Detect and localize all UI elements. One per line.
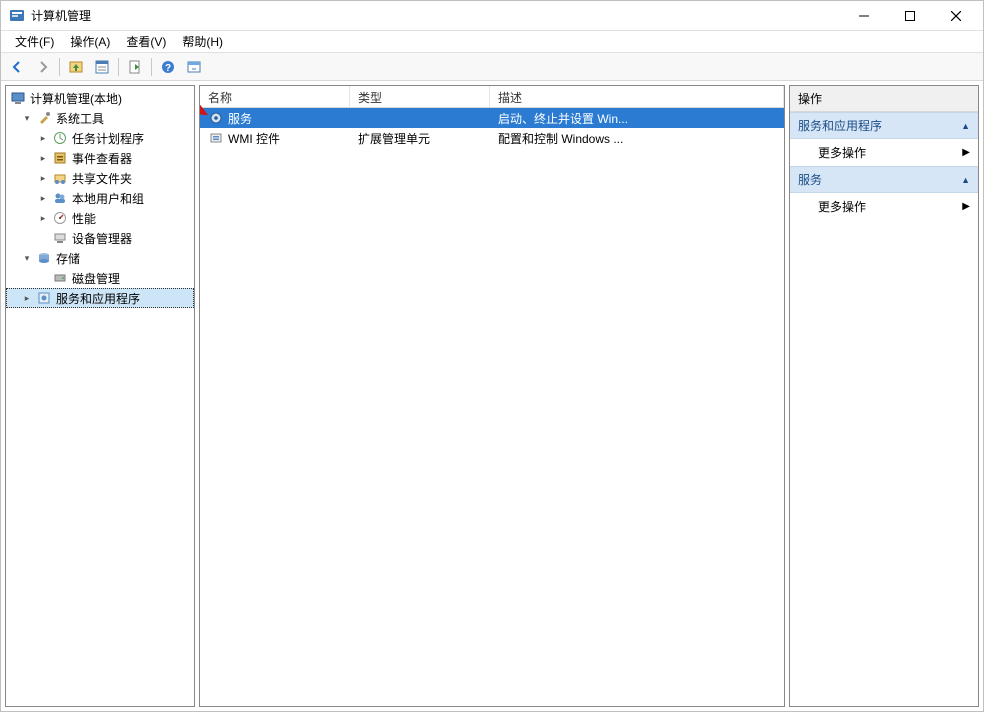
list-pane: 名称 类型 描述 服务 启动、终止并设置 Win... WMI 控件 扩展管理单…: [199, 85, 785, 707]
actions-more-1[interactable]: 更多操作 ▶: [790, 139, 978, 166]
cell-type: 扩展管理单元: [350, 130, 490, 147]
toolbar-separator: [59, 58, 60, 76]
collapse-icon[interactable]: ▾: [20, 251, 34, 265]
tree-device-manager[interactable]: 设备管理器: [6, 228, 194, 248]
tree-pane: 计算机管理(本地) ▾ 系统工具 ▸ 任务计划程序 ▸ 事件查看器 ▸ 共享文件…: [5, 85, 195, 707]
list-row-wmi[interactable]: WMI 控件 扩展管理单元 配置和控制 Windows ...: [200, 128, 784, 148]
tree-root[interactable]: 计算机管理(本地): [6, 88, 194, 108]
menu-action[interactable]: 操作(A): [62, 31, 118, 52]
main-area: 计算机管理(本地) ▾ 系统工具 ▸ 任务计划程序 ▸ 事件查看器 ▸ 共享文件…: [1, 81, 983, 711]
expand-icon[interactable]: ▸: [36, 191, 50, 205]
forward-button[interactable]: [31, 56, 55, 78]
tree-label: 共享文件夹: [70, 170, 134, 187]
tree-label: 磁盘管理: [70, 270, 122, 287]
cell-name: WMI 控件: [228, 130, 280, 147]
tree-event-viewer[interactable]: ▸ 事件查看器: [6, 148, 194, 168]
expand-icon[interactable]: ▸: [36, 211, 50, 225]
link-label: 更多操作: [818, 198, 866, 215]
actions-pane: 操作 服务和应用程序 ▲ 更多操作 ▶ 服务 ▲ 更多操作 ▶: [789, 85, 979, 707]
section-label: 服务: [798, 171, 822, 188]
tree-label: 服务和应用程序: [54, 290, 142, 307]
properties-button[interactable]: [90, 56, 114, 78]
actions-section-services[interactable]: 服务 ▲: [790, 166, 978, 193]
cell-name: 服务: [228, 110, 252, 127]
device-icon: [52, 230, 68, 246]
menu-file[interactable]: 文件(F): [7, 31, 62, 52]
svg-text:?: ?: [165, 63, 171, 74]
gear-icon: [208, 110, 224, 126]
column-desc[interactable]: 描述: [490, 86, 784, 107]
cell-desc: 启动、终止并设置 Win...: [490, 110, 784, 127]
expand-icon[interactable]: ▸: [36, 131, 50, 145]
users-icon: [52, 190, 68, 206]
collapse-icon[interactable]: ▾: [20, 111, 34, 125]
tree-label: 计算机管理(本地): [28, 90, 124, 107]
services-icon: [36, 290, 52, 306]
tree-shared-folders[interactable]: ▸ 共享文件夹: [6, 168, 194, 188]
tree-label: 系统工具: [54, 110, 106, 127]
section-label: 服务和应用程序: [798, 117, 882, 134]
tree-task-scheduler[interactable]: ▸ 任务计划程序: [6, 128, 194, 148]
help-button[interactable]: ?: [156, 56, 180, 78]
expand-icon[interactable]: ▸: [20, 291, 34, 305]
up-button[interactable]: [64, 56, 88, 78]
performance-icon: [52, 210, 68, 226]
menu-help[interactable]: 帮助(H): [174, 31, 231, 52]
window-title: 计算机管理: [31, 7, 841, 24]
toolbar-separator: [151, 58, 152, 76]
chevron-right-icon: ▶: [962, 147, 970, 158]
cell-desc: 配置和控制 Windows ...: [490, 130, 784, 147]
link-label: 更多操作: [818, 144, 866, 161]
tree[interactable]: 计算机管理(本地) ▾ 系统工具 ▸ 任务计划程序 ▸ 事件查看器 ▸ 共享文件…: [6, 86, 194, 706]
expand-icon[interactable]: ▸: [36, 151, 50, 165]
tree-system-tools[interactable]: ▾ 系统工具: [6, 108, 194, 128]
tree-label: 存储: [54, 250, 82, 267]
export-button[interactable]: [123, 56, 147, 78]
tree-label: 性能: [70, 210, 98, 227]
tree-storage[interactable]: ▾ 存储: [6, 248, 194, 268]
list-row-services[interactable]: 服务 启动、终止并设置 Win...: [200, 108, 784, 128]
column-type[interactable]: 类型: [350, 86, 490, 107]
storage-icon: [36, 250, 52, 266]
disk-icon: [52, 270, 68, 286]
chevron-right-icon: ▶: [962, 201, 970, 212]
expand-icon[interactable]: ▸: [36, 171, 50, 185]
actions-section-services-apps[interactable]: 服务和应用程序 ▲: [790, 112, 978, 139]
collapse-icon: ▲: [961, 121, 970, 131]
tools-icon: [36, 110, 52, 126]
tree-label: 事件查看器: [70, 150, 134, 167]
column-name[interactable]: 名称: [200, 86, 350, 107]
wmi-icon: [208, 130, 224, 146]
maximize-button[interactable]: [887, 1, 933, 31]
toolbar-separator: [118, 58, 119, 76]
tree-label: 任务计划程序: [70, 130, 146, 147]
toolbar: ?: [1, 53, 983, 81]
minimize-button[interactable]: [841, 1, 887, 31]
close-button[interactable]: [933, 1, 979, 31]
collapse-icon: ▲: [961, 175, 970, 185]
tree-performance[interactable]: ▸ 性能: [6, 208, 194, 228]
actions-more-2[interactable]: 更多操作 ▶: [790, 193, 978, 220]
tree-disk-management[interactable]: 磁盘管理: [6, 268, 194, 288]
tree-label: 本地用户和组: [70, 190, 146, 207]
app-icon: [9, 8, 25, 24]
clock-icon: [52, 130, 68, 146]
list-header: 名称 类型 描述: [200, 86, 784, 108]
refresh-button[interactable]: [182, 56, 206, 78]
tree-services-apps[interactable]: ▸ 服务和应用程序: [6, 288, 194, 308]
menubar: 文件(F) 操作(A) 查看(V) 帮助(H): [1, 31, 983, 53]
actions-title: 操作: [790, 86, 978, 112]
event-icon: [52, 150, 68, 166]
titlebar: 计算机管理: [1, 1, 983, 31]
back-button[interactable]: [5, 56, 29, 78]
share-icon: [52, 170, 68, 186]
computer-icon: [10, 90, 26, 106]
tree-local-users[interactable]: ▸ 本地用户和组: [6, 188, 194, 208]
tree-label: 设备管理器: [70, 230, 134, 247]
menu-view[interactable]: 查看(V): [118, 31, 174, 52]
list-body[interactable]: 服务 启动、终止并设置 Win... WMI 控件 扩展管理单元 配置和控制 W…: [200, 108, 784, 706]
